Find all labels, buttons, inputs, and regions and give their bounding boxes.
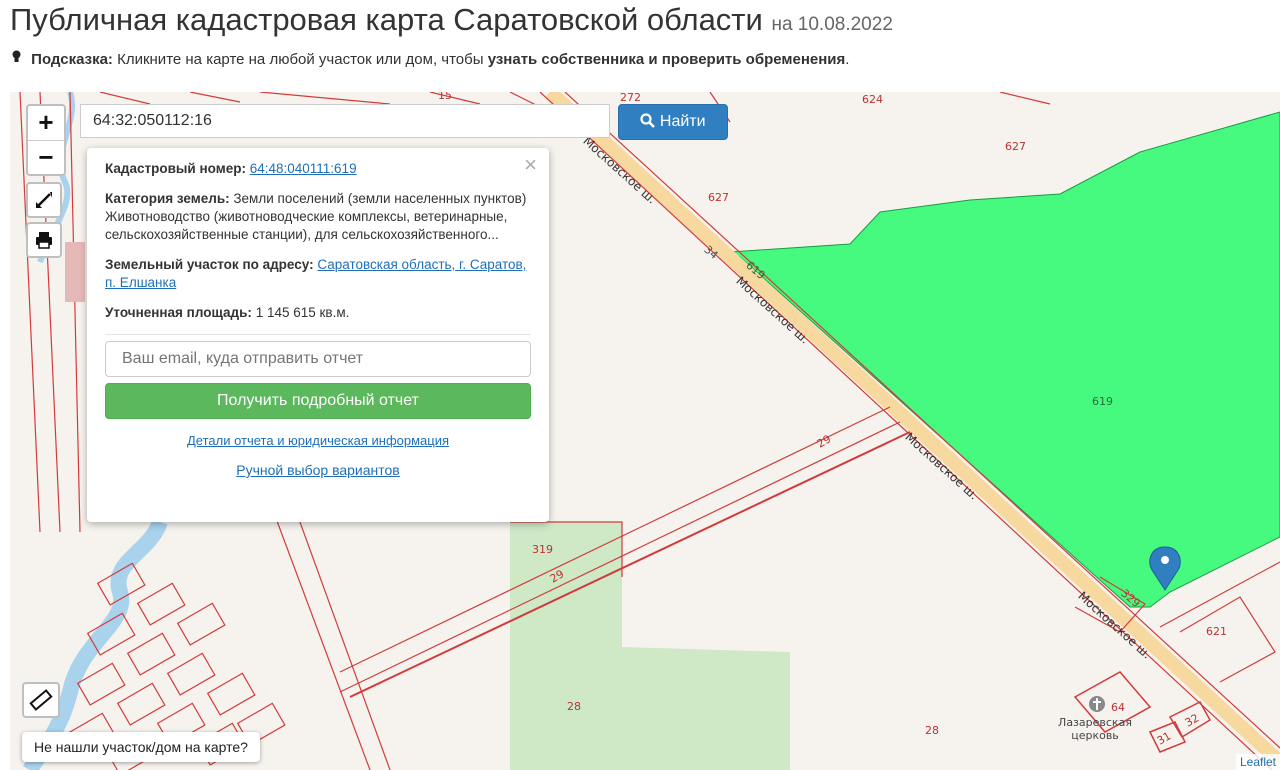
search-button-label: Найти (659, 113, 706, 130)
cadastral-label: Кадастровый номер: (105, 161, 246, 176)
get-report-button[interactable]: Получить подробный отчет (105, 383, 531, 419)
search-icon (640, 113, 656, 128)
cadastral-row: Кадастровый номер: 64:48:040111:619 (105, 160, 531, 178)
print-button[interactable] (26, 222, 62, 258)
map-label-624: 624 (862, 93, 883, 106)
page-title: Публичная кадастровая карта Саратовской … (10, 2, 893, 38)
expand-icon (36, 192, 52, 208)
zoom-in-button[interactable]: + (28, 106, 64, 140)
map-label-15: 15 (438, 92, 452, 102)
email-field[interactable] (105, 341, 531, 377)
page-title-text: Публичная кадастровая карта Саратовской … (10, 2, 763, 37)
category-row: Категория земель: Земли поселений (земли… (105, 190, 531, 244)
page-title-date: на 10.08.2022 (771, 14, 893, 35)
fullscreen-button[interactable] (26, 182, 62, 218)
map-label-church: Лазаревская церковь (1058, 716, 1132, 742)
ruler-icon (29, 689, 53, 711)
zoom-out-button[interactable]: − (28, 140, 64, 175)
zoom-control: + − (26, 104, 66, 176)
category-label: Категория земель: (105, 191, 230, 206)
cadastral-link[interactable]: 64:48:040111:619 (250, 161, 357, 176)
map-label-621: 621 (1206, 625, 1227, 638)
map-label-627a: 627 (1005, 140, 1026, 153)
map-label-64: 64 (1111, 701, 1125, 714)
lightbulb-icon (12, 50, 21, 68)
measure-button[interactable] (22, 682, 60, 718)
map-label-28a: 28 (567, 700, 581, 713)
area-label: Уточненная площадь: (105, 305, 252, 320)
search-input[interactable] (80, 104, 610, 138)
map-label-627b: 627 (708, 191, 729, 204)
hint-bold-text: узнать собственника и проверить обремене… (487, 51, 846, 68)
details-link[interactable]: Детали отчета и юридическая информация (187, 433, 449, 448)
hint: Подсказка: Кликните на карте на любой уч… (12, 50, 849, 68)
parcel-info-popup: × Кадастровый номер: 64:48:040111:619 Ка… (87, 148, 549, 522)
hint-text: Кликните на карте на любой участок или д… (117, 51, 484, 68)
area-row: Уточненная площадь: 1 145 615 кв.м. (105, 304, 531, 322)
map-label-272: 272 (620, 92, 641, 104)
address-label: Земельный участок по адресу: (105, 257, 314, 272)
not-found-button[interactable]: Не нашли участок/дом на карте? (22, 732, 260, 762)
hint-end: . (845, 51, 850, 68)
cadastral-map[interactable]: 15 272 624 627 627 619 619 34 29 29 319 … (10, 92, 1280, 770)
category-value: Земли поселений (земли населенных пункто… (233, 191, 527, 206)
details-link-row: Детали отчета и юридическая информация (105, 433, 531, 448)
usage-text: Животноводство (животноводческие комплек… (105, 209, 508, 242)
area-value: 1 145 615 кв.м. (255, 305, 350, 320)
search-button[interactable]: Найти (618, 104, 728, 140)
close-icon[interactable]: × (524, 152, 537, 178)
printer-icon (36, 232, 52, 249)
manual-selection-link[interactable]: Ручной выбор вариантов (236, 462, 400, 478)
hint-label: Подсказка: (31, 51, 113, 68)
map-label-28b: 28 (925, 724, 939, 737)
map-label-319: 319 (532, 543, 553, 556)
address-row: Земельный участок по адресу: Саратовская… (105, 256, 531, 292)
map-label-619: 619 (1092, 395, 1113, 408)
divider (105, 334, 531, 335)
leaflet-attribution[interactable]: Leaflet (1235, 754, 1280, 770)
parcel-619 (728, 111, 1280, 608)
manual-link-row: Ручной выбор вариантов (105, 462, 531, 478)
